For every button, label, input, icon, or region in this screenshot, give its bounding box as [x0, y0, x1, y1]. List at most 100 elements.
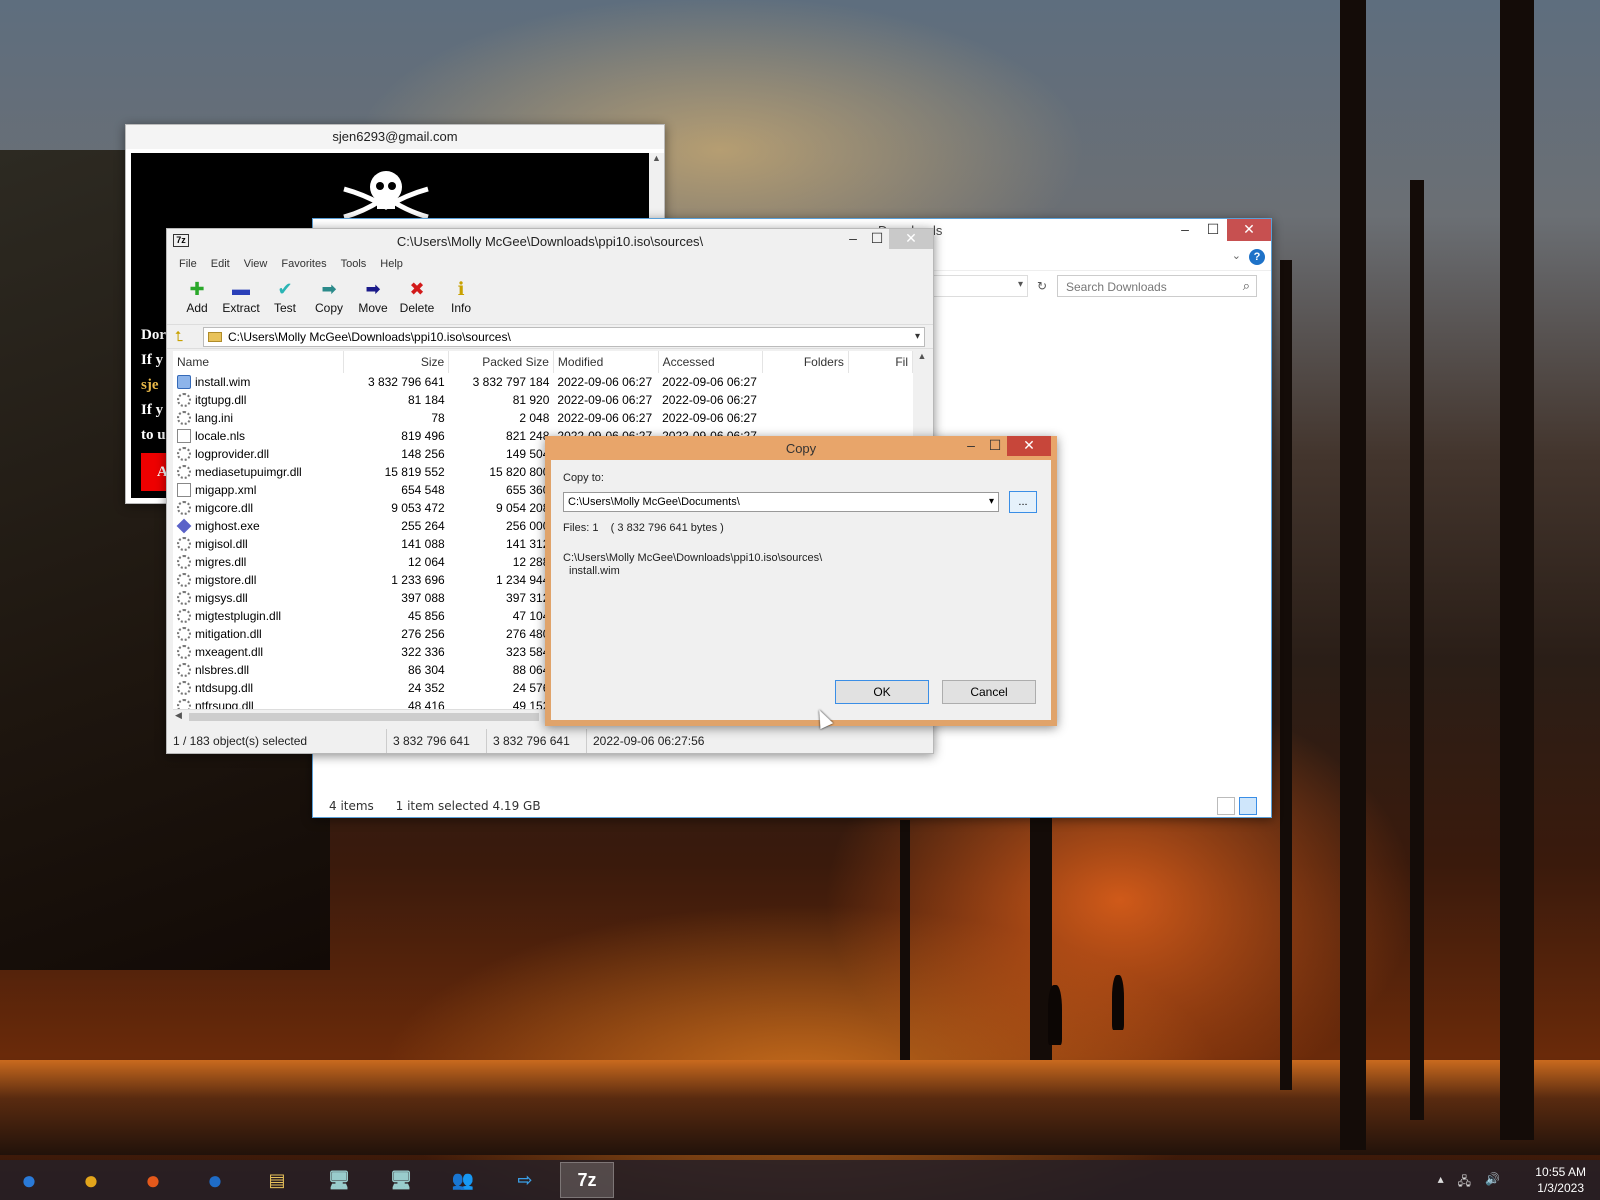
copy-dialog-titlebar[interactable]: Copy – ☐ ✕ [545, 436, 1057, 460]
firefox-icon[interactable]: ● [126, 1162, 180, 1198]
file-name-cell: locale.nls [173, 427, 344, 445]
menu-help[interactable]: Help [380, 253, 403, 275]
chevron-down-icon[interactable]: ▾ [1018, 279, 1023, 290]
file-name-cell: nlsbres.dll [173, 661, 344, 679]
file-name-cell: install.wim [173, 373, 344, 391]
file-explorer-icon[interactable]: ▤ [250, 1162, 304, 1198]
menu-favorites[interactable]: Favorites [281, 253, 326, 275]
people-icon[interactable]: 👥 [436, 1162, 490, 1198]
file-size: 48 416 [407, 699, 445, 709]
scroll-up-icon[interactable]: ▲ [915, 351, 929, 361]
minimize-icon[interactable]: – [959, 436, 983, 456]
folder-up-icon[interactable]: ⮤ [175, 328, 183, 345]
maximize-icon[interactable]: ☐ [1199, 219, 1227, 241]
ribbon-expand-icon[interactable]: ⌄ [1232, 249, 1241, 262]
menu-view[interactable]: View [244, 253, 268, 275]
chevron-down-icon[interactable]: ▾ [915, 328, 920, 346]
search-input[interactable]: Search Downloads ⌕ [1057, 275, 1257, 297]
minimize-icon[interactable]: – [1171, 219, 1199, 241]
file-packed-size: 2 048 [519, 411, 550, 425]
7zip-icon[interactable]: 7z [560, 1162, 614, 1198]
gear-file-icon [177, 699, 191, 709]
file-packed-size: 9 054 208 [496, 501, 550, 515]
column-packed-size[interactable]: Packed Size [448, 351, 554, 373]
menu-edit[interactable]: Edit [211, 253, 230, 275]
file-name: mxeagent.dll [195, 645, 264, 659]
file-name-cell: mxeagent.dll [173, 643, 344, 661]
toolbar-test-button[interactable]: ✔ Test [263, 275, 307, 324]
column-folders[interactable]: Folders [762, 351, 849, 373]
7zip-path-combo[interactable]: C:\Users\Molly McGee\Downloads\ppi10.iso… [203, 327, 925, 347]
file-name: install.wim [195, 375, 251, 389]
file-name-cell: ntfrsupg.dll [173, 697, 344, 709]
volume-icon[interactable]: 🔊 [1485, 1172, 1500, 1193]
file-name: mitigation.dll [195, 627, 262, 641]
scroll-left-icon[interactable]: ◀ [175, 710, 182, 721]
menu-file[interactable]: File [179, 253, 197, 275]
toolbar-delete-button[interactable]: ✖ Delete [395, 275, 439, 324]
taskbar-clock[interactable]: 10:55 AM 1/3/2023 [1535, 1164, 1586, 1196]
table-row[interactable]: install.wim 3 832 796 641 3 832 797 184 202… [173, 373, 913, 391]
taskbar-glyph: ⇨ [517, 1169, 533, 1190]
column-modified[interactable]: Modified [553, 351, 659, 373]
show-hidden-icons-icon[interactable]: ▴ [1438, 1172, 1444, 1193]
minimize-icon[interactable]: – [841, 229, 865, 249]
transfer-icon[interactable]: ⇨ [498, 1162, 552, 1198]
refresh-icon[interactable]: ↻ [1031, 275, 1053, 297]
toolbar-extract-button[interactable]: ▬ Extract [219, 275, 263, 324]
chrome-canary-icon[interactable]: ● [2, 1162, 56, 1198]
search-icon[interactable]: ⌕ [1243, 278, 1250, 294]
close-icon[interactable]: ✕ [1227, 219, 1271, 241]
minus-icon: ▬ [232, 279, 250, 299]
toolbar-button-label: Test [273, 301, 296, 315]
network-computer-icon[interactable]: 🖥 [312, 1162, 366, 1198]
maximize-icon[interactable]: ☐ [865, 229, 889, 249]
remote-desktop-icon[interactable]: 🖥 [374, 1162, 428, 1198]
7zip-titlebar[interactable]: 7z C:\Users\Molly McGee\Downloads\ppi10.… [167, 229, 933, 253]
source-path: C:\Users\Molly McGee\Downloads\ppi10.iso… [563, 552, 823, 564]
table-row[interactable]: itgtupg.dll 81 184 81 920 2022-09-06 06:27 2… [173, 391, 913, 409]
selection-info: 1 item selected 4.19 GB [395, 799, 541, 813]
column-size[interactable]: Size [343, 351, 450, 373]
file-size: 3 832 796 641 [343, 373, 449, 391]
app-blue-icon[interactable]: ● [188, 1162, 242, 1198]
explorer-status-bar: 4 items 1 item selected 4.19 GB [329, 799, 559, 813]
toolbar-add-button[interactable]: ✚ Add [175, 275, 219, 324]
copy-to-label: Copy to: [563, 472, 604, 484]
table-row[interactable]: lang.ini 78 2 048 2022-09-06 06:27 2022-09-0… [173, 409, 913, 427]
copy-dialog[interactable]: Copy – ☐ ✕ Copy to: C:\Users\Molly McGee… [545, 436, 1057, 726]
ransom-button-label: A [157, 464, 168, 480]
delete-x-icon: ✖ [409, 279, 425, 299]
details-view-icon[interactable] [1217, 797, 1235, 815]
column-files[interactable]: Fil [848, 351, 913, 373]
folder-icon [208, 332, 222, 342]
column-accessed[interactable]: Accessed [658, 351, 764, 373]
toolbar-info-button[interactable]: ℹ Info [439, 275, 483, 324]
network-icon[interactable]: 🖧 [1458, 1172, 1471, 1193]
file-folders [763, 391, 848, 409]
clock-time: 10:55 AM [1535, 1165, 1586, 1179]
close-icon[interactable]: ✕ [1007, 436, 1051, 456]
toolbar-move-button[interactable]: ➡ Move [351, 275, 395, 324]
toolbar-copy-button[interactable]: ➡ Copy [307, 275, 351, 324]
file-packed-size: 256 000 [506, 519, 550, 533]
file-folders [762, 373, 849, 391]
file-name-cell: migisol.dll [173, 535, 344, 553]
maximize-icon[interactable]: ☐ [983, 436, 1007, 456]
gear-file-icon [177, 555, 191, 569]
menu-tools[interactable]: Tools [341, 253, 367, 275]
browse-button[interactable]: ... [1009, 491, 1037, 513]
chrome-icon[interactable]: ● [64, 1162, 118, 1198]
chevron-down-icon[interactable]: ▾ [989, 493, 994, 511]
large-icons-view-icon[interactable] [1239, 797, 1257, 815]
scroll-up-icon[interactable]: ▲ [649, 153, 664, 163]
column-name[interactable]: Name [173, 351, 345, 373]
destination-combo[interactable]: C:\Users\Molly McGee\Documents\ ▾ [563, 492, 999, 512]
scroll-thumb[interactable] [189, 713, 539, 721]
file-modified: 2022-09-06 06:27 [557, 411, 653, 425]
cancel-button[interactable]: Cancel [942, 680, 1036, 704]
close-icon[interactable]: ✕ [889, 229, 933, 249]
taskbar-glyph: ● [83, 1164, 99, 1195]
ok-button[interactable]: OK [835, 680, 929, 704]
help-icon[interactable]: ? [1249, 249, 1265, 265]
